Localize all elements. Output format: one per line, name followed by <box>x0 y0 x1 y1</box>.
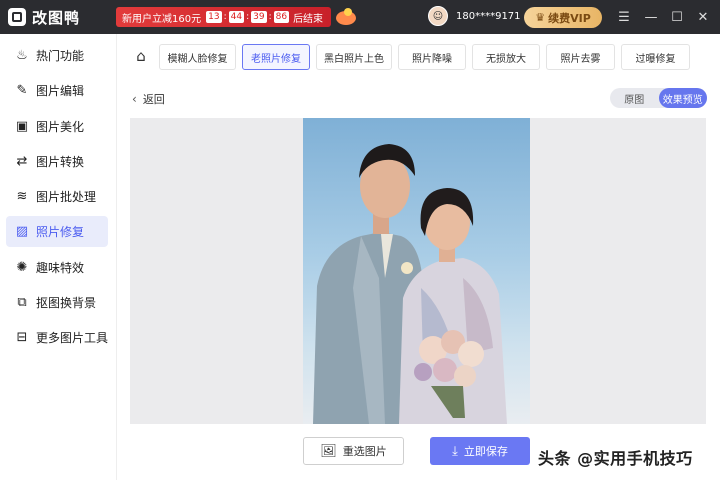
sidebar-item-beautify[interactable]: ▣ 图片美化 <box>6 111 108 142</box>
app-title: 改图鸭 <box>32 8 81 27</box>
batch-icon: ≋ <box>16 189 28 204</box>
sidebar-item-more-tools[interactable]: ⊟ 更多图片工具 <box>6 322 108 353</box>
minimize-icon[interactable]: — <box>638 0 664 34</box>
sidebar-item-label: 图片批处理 <box>36 190 97 204</box>
sidebar-item-label: 热门功能 <box>36 49 85 63</box>
countdown-centiseconds: 86 <box>273 11 290 23</box>
close-icon[interactable]: ✕ <box>690 0 716 34</box>
sidebar-item-cutout[interactable]: ⧉ 抠图换背景 <box>6 287 108 318</box>
couple-photo-illustration <box>313 144 507 424</box>
back-label: 返回 <box>142 93 165 106</box>
sidebar-item-photo-repair[interactable]: ▨ 照片修复 <box>6 216 108 247</box>
duck-logo-icon <box>8 8 26 26</box>
sidebar-item-label: 抠图换背景 <box>36 296 97 310</box>
restored-photo <box>303 118 530 424</box>
download-icon: ⤓ <box>452 443 458 459</box>
save-now-button[interactable]: ⤓ 立即保存 <box>430 437 530 465</box>
fire-icon: ♨ <box>16 48 28 63</box>
promo-text: 新用户立减160元 <box>122 13 202 25</box>
image-edit-icon: ✎ <box>16 83 28 98</box>
image-beautify-icon: ▣ <box>15 119 29 134</box>
home-icon[interactable]: ⌂ <box>129 44 153 68</box>
toggle-effect-preview[interactable]: 效果预览 <box>658 88 707 108</box>
sidebar-item-label: 图片转换 <box>36 155 85 169</box>
cutout-icon: ⧉ <box>17 295 27 310</box>
sidebar-item-label: 照片修复 <box>36 225 85 239</box>
effects-icon: ✺ <box>16 260 28 275</box>
maximize-icon[interactable]: ☐ <box>664 0 690 34</box>
tab-denoise[interactable]: 照片降噪 <box>398 44 466 70</box>
toolbox-icon: ⊟ <box>16 330 28 345</box>
countdown-minutes: 44 <box>228 11 245 23</box>
save-label: 立即保存 <box>463 445 508 458</box>
view-toggle: 原图 效果预览 <box>610 88 707 108</box>
photo-repair-icon: ▨ <box>15 224 29 239</box>
tab-upscale[interactable]: 无损放大 <box>472 44 540 70</box>
image-icon: 🖼 <box>320 443 337 459</box>
tab-colorize[interactable]: 黑白照片上色 <box>316 44 392 70</box>
promo-ends-label: 后结束 <box>293 13 324 25</box>
avatar[interactable]: ☺ <box>428 6 448 26</box>
title-bar: 改图鸭 新用户立减160元 13: 44: 39: 86 后结束 ☺ 180**… <box>0 0 720 34</box>
watermark: 头条 @实用手机技巧 <box>538 449 693 468</box>
menu-icon[interactable]: ☰ <box>611 0 637 34</box>
sidebar: ♨ 热门功能 ✎ 图片编辑 ▣ 图片美化 ⇄ 图片转换 ≋ 图片批处理 ▨ 照片… <box>0 34 117 480</box>
crown-icon: ♛ <box>535 11 546 24</box>
gift-icon[interactable] <box>333 5 359 29</box>
user-phone: 180****9171 <box>456 10 521 22</box>
sidebar-item-label: 趣味特效 <box>36 261 85 275</box>
reselect-label: 重选图片 <box>342 445 387 458</box>
sidebar-item-hot[interactable]: ♨ 热门功能 <box>6 40 108 71</box>
vip-label: 续费VIP <box>548 11 591 25</box>
toggle-original[interactable]: 原图 <box>610 88 659 108</box>
sidebar-item-batch[interactable]: ≋ 图片批处理 <box>6 181 108 212</box>
convert-icon: ⇄ <box>16 154 28 169</box>
renew-vip-button[interactable]: ♛ 续费VIP <box>524 7 602 28</box>
sidebar-item-convert[interactable]: ⇄ 图片转换 <box>6 146 108 177</box>
promo-banner[interactable]: 新用户立减160元 13: 44: 39: 86 后结束 <box>116 7 332 27</box>
chevron-left-icon: ‹ <box>132 92 137 106</box>
user-account[interactable]: ☺ 180****9171 <box>428 6 521 26</box>
sidebar-item-effects[interactable]: ✺ 趣味特效 <box>6 252 108 283</box>
countdown-seconds: 39 <box>251 11 267 23</box>
tab-overexposure-repair[interactable]: 过曝修复 <box>621 44 690 70</box>
sidebar-item-label: 图片编辑 <box>36 84 85 98</box>
sidebar-item-image-edit[interactable]: ✎ 图片编辑 <box>6 75 108 106</box>
sidebar-item-label: 图片美化 <box>36 120 85 134</box>
app-logo: 改图鸭 <box>8 7 80 28</box>
reselect-image-button[interactable]: 🖼 重选图片 <box>303 437 404 465</box>
tab-old-photo-repair[interactable]: 老照片修复 <box>242 44 310 70</box>
back-button[interactable]: ‹ 返回 <box>132 91 165 107</box>
countdown-hours: 13 <box>206 11 222 23</box>
sidebar-item-label: 更多图片工具 <box>36 331 109 345</box>
tab-blur-face-repair[interactable]: 模糊人脸修复 <box>159 44 236 70</box>
tab-dehaze[interactable]: 照片去雾 <box>546 44 615 70</box>
